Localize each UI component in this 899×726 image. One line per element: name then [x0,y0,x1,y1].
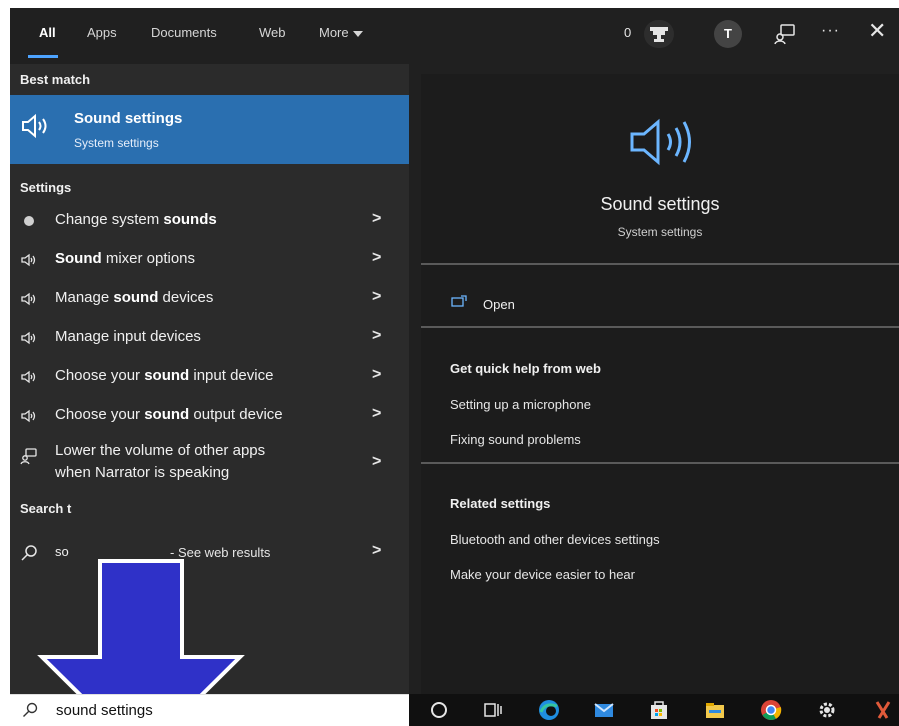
more-options-icon[interactable]: ··· [821,22,840,40]
related-settings-link[interactable]: Make your device easier to hear [450,567,635,582]
best-match-heading: Best match [20,72,91,87]
rewards-points: 0 [624,25,632,40]
task-view-icon[interactable] [481,698,505,722]
active-tab-indicator [28,55,58,58]
tab-more-label: More [319,25,349,40]
chevron-right-icon: > [372,453,382,470]
search-input[interactable]: sound settings [10,694,409,726]
tab-documents[interactable]: Documents [151,25,217,40]
narrator-icon [20,448,37,465]
detail-panel: Sound settings System settings Open Get … [421,74,899,694]
tab-more[interactable]: More [319,25,363,40]
settings-item-choose-output-device[interactable]: Choose your sound output device > [10,397,409,435]
settings-item-narrator-volume[interactable]: Lower the volume of other apps when Narr… [10,437,409,489]
chevron-right-icon: > [372,210,382,227]
taskbar [409,694,899,726]
settings-item-label-line2: when Narrator is speaking [55,464,230,481]
see-web-results-label: - See web results [170,545,271,560]
user-avatar[interactable]: T [714,20,742,48]
search-scope-bar: All Apps Documents Web More 0 T ··· ✕ [10,8,899,64]
rewards-trophy-icon[interactable] [644,20,674,48]
detail-title: Sound settings [600,194,720,214]
windows-search-flyout: All Apps Documents Web More 0 T ··· ✕ Be… [10,8,899,726]
search-web-query: so [55,544,69,559]
settings-item-manage-sound-devices[interactable]: Manage sound devices > [10,280,409,318]
speaker-icon [21,253,36,267]
quick-help-link[interactable]: Setting up a microphone [450,397,591,412]
feedback-icon[interactable] [773,22,797,46]
chevron-right-icon: > [372,288,382,305]
settings-item-label: Choose your sound input device [55,367,274,384]
speaker-icon [21,409,36,423]
divider [421,263,899,265]
speaker-icon [22,113,47,139]
store-icon[interactable] [647,698,671,722]
speaker-icon [21,370,36,384]
caret-down-icon [352,30,363,37]
close-icon[interactable]: ✕ [868,18,886,44]
chevron-right-icon: > [372,542,382,559]
open-label: Open [483,297,515,312]
open-window-icon [451,295,467,307]
settings-item-label-line1: Lower the volume of other apps [55,442,266,459]
snipping-tool-icon[interactable] [871,698,895,722]
settings-heading: Settings [20,180,72,195]
settings-item-choose-input-device[interactable]: Choose your sound input device > [10,358,409,396]
chevron-right-icon: > [372,366,382,383]
settings-item-change-system-sounds[interactable]: Change system sounds > [10,202,409,240]
detail-subtitle: System settings [617,225,703,239]
settings-item-label: Manage sound devices [55,289,214,306]
tab-web[interactable]: Web [259,25,286,40]
chevron-right-icon: > [372,249,382,266]
tab-all[interactable]: All [39,25,56,40]
related-settings-heading: Related settings [450,496,551,511]
settings-item-label: Sound mixer options [55,250,196,267]
quick-help-heading: Get quick help from web [450,361,601,376]
settings-gear-icon[interactable] [815,698,839,722]
mail-icon[interactable] [592,698,616,722]
sound-dot-icon [24,216,34,226]
best-match-subtitle: System settings [74,136,159,150]
results-panel: Best match Sound settings System setting… [10,64,409,726]
search-input-value: sound settings [56,702,153,719]
settings-item-manage-input-devices[interactable]: Manage input devices > [10,319,409,357]
cortana-icon[interactable] [427,698,451,722]
search-icon [23,702,38,717]
tab-apps[interactable]: Apps [87,25,117,40]
best-match-item[interactable]: Sound settings System settings [10,95,409,164]
divider [421,462,899,464]
speaker-icon [630,118,691,166]
best-match-title: Sound settings [74,110,183,127]
speaker-icon [21,331,36,345]
chevron-right-icon: > [372,327,382,344]
settings-item-sound-mixer[interactable]: Sound mixer options > [10,241,409,279]
settings-item-label: Manage input devices [55,328,201,345]
settings-item-label: Choose your sound output device [55,406,283,423]
settings-item-label: Change system sounds [55,211,217,228]
speaker-icon [21,292,36,306]
chrome-icon[interactable] [759,698,783,722]
divider [421,326,899,328]
quick-help-link[interactable]: Fixing sound problems [450,432,581,447]
chevron-right-icon: > [372,405,382,422]
file-explorer-icon[interactable] [703,698,727,722]
related-settings-link[interactable]: Bluetooth and other devices settings [450,532,660,547]
search-web-heading: Search t [20,501,72,516]
edge-icon[interactable] [537,698,561,722]
